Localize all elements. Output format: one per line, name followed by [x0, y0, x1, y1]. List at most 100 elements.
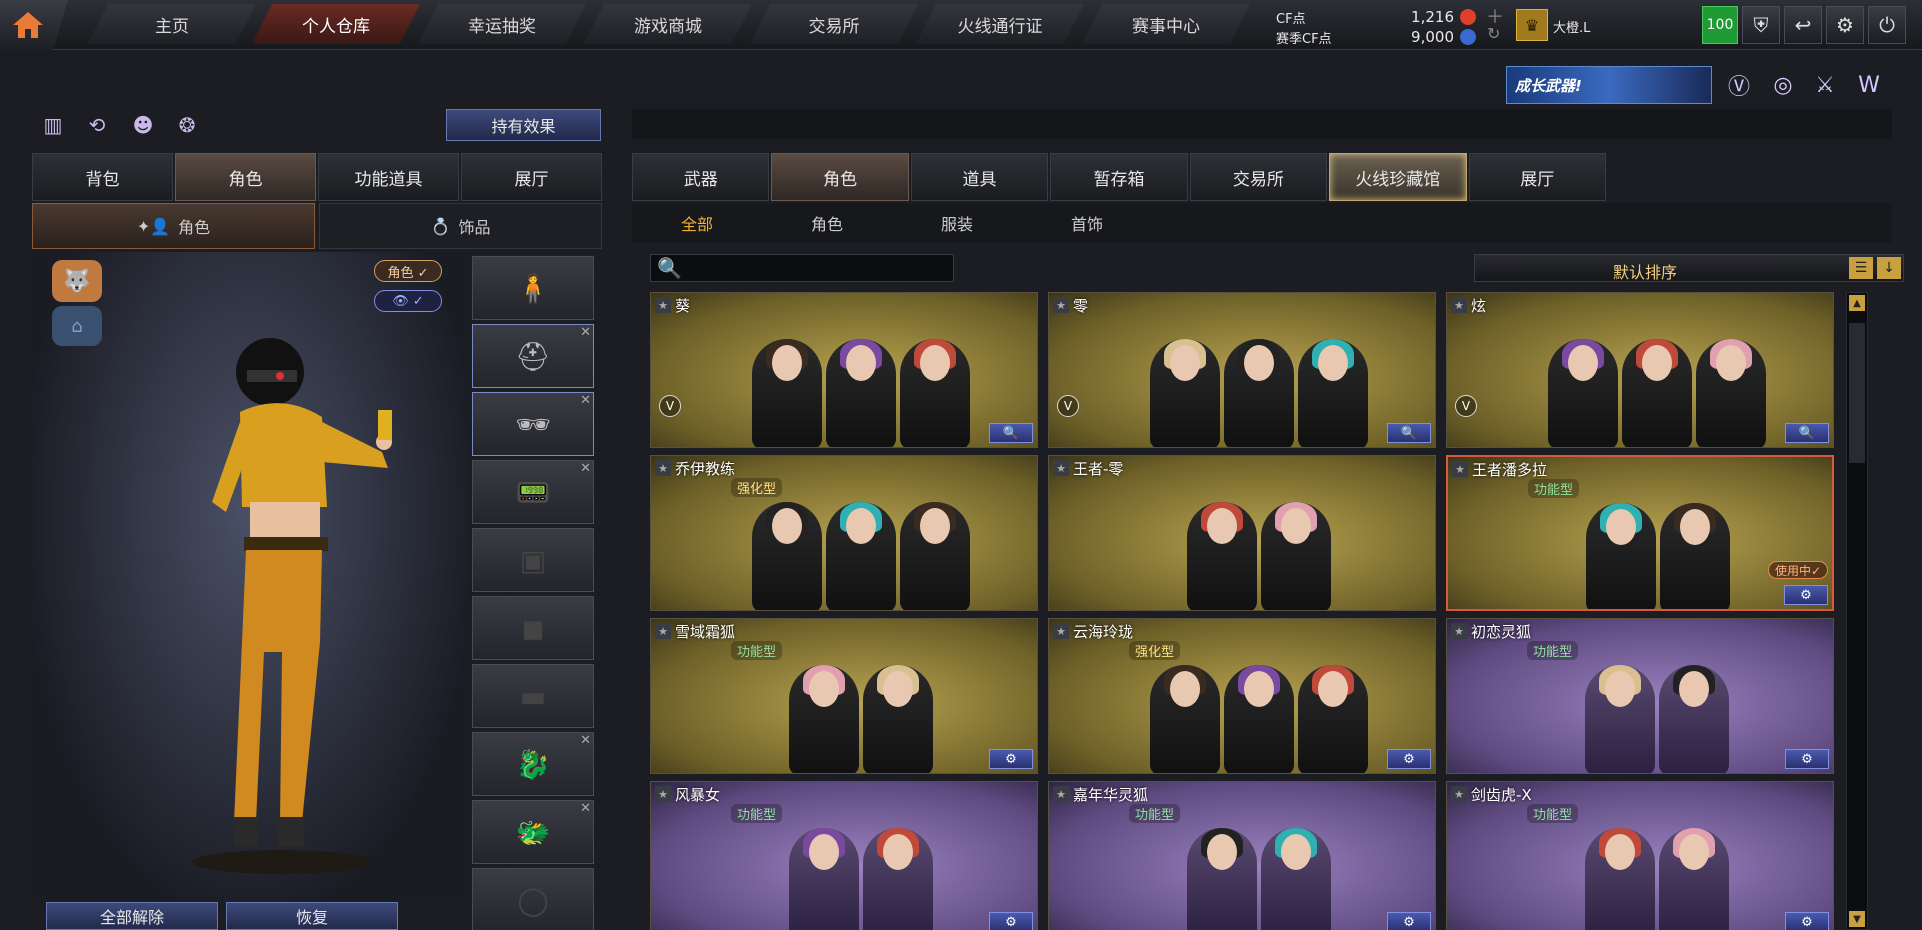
sword-rank-icon[interactable]: ⚔	[1808, 68, 1842, 102]
character-preview[interactable]: 🐺 ⌂ 角色 ✓ 👁 ✓	[32, 252, 468, 902]
scrollbar[interactable]: ▲ ▼	[1846, 292, 1868, 930]
settings-button[interactable]: ⚙	[1785, 912, 1829, 930]
remove-icon[interactable]: ✕	[580, 461, 591, 476]
gear-icon[interactable]: ⚙	[1826, 6, 1864, 44]
view-toggle[interactable]: 👁 ✓	[374, 290, 442, 312]
right-tab-showroom[interactable]: 展厅	[1468, 153, 1606, 201]
character-card[interactable]: ★ 云海玲珑 强化型 ⚙	[1048, 618, 1436, 774]
right-tab-items[interactable]: 道具	[910, 153, 1049, 201]
preview-button[interactable]: 🔍	[1387, 423, 1431, 443]
favorite-star-icon[interactable]: ★	[1452, 461, 1468, 477]
preview-button[interactable]: 🔍	[989, 423, 1033, 443]
remove-icon[interactable]: ✕	[580, 325, 591, 340]
power-icon[interactable]: ⏻	[1868, 6, 1906, 44]
search-input[interactable]: 🔍	[650, 254, 954, 282]
slot-gold-dragon[interactable]: 🐉 ✕	[472, 732, 594, 796]
subtab-jewelry[interactable]: 首饰	[1022, 203, 1152, 243]
subtab-character[interactable]: ✦👤 角色	[32, 203, 315, 249]
left-tab-function-items[interactable]: 功能道具	[318, 153, 459, 201]
slot-radio[interactable]: 📟 ✕	[472, 460, 594, 524]
character-card[interactable]: ★ 零 V 🔍	[1048, 292, 1436, 448]
list-view-icon[interactable]: ☰	[1849, 257, 1873, 279]
favorite-star-icon[interactable]: ★	[1053, 460, 1069, 476]
favorite-star-icon[interactable]: ★	[1451, 297, 1467, 313]
growth-weapon-banner[interactable]: 成长武器!	[1506, 66, 1712, 104]
favorite-star-icon[interactable]: ★	[655, 623, 671, 639]
target-rank-icon[interactable]: ◎	[1766, 68, 1800, 102]
settings-button[interactable]: ⚙	[1784, 585, 1828, 605]
right-tab-weapons[interactable]: 武器	[632, 153, 770, 201]
slot-back[interactable]: ◼	[472, 596, 594, 660]
wolf-emblem-icon[interactable]: 🐺	[52, 260, 102, 302]
character-swap-icon[interactable]: ☻	[128, 110, 158, 140]
favorite-star-icon[interactable]: ★	[655, 460, 671, 476]
nav-tab-lucky-draw[interactable]: 幸运抽奖	[418, 4, 586, 44]
secondary-emblem-icon[interactable]: ⌂	[52, 306, 102, 346]
slot-vest[interactable]: ▣	[472, 528, 594, 592]
nav-tab-home[interactable]: 主页	[88, 4, 256, 44]
character-card[interactable]: ★ 炫 V 🔍	[1446, 292, 1834, 448]
unequip-all-button[interactable]: 全部解除	[46, 902, 218, 930]
nav-tab-exchange[interactable]: 交易所	[750, 4, 918, 44]
right-tab-character[interactable]: 角色	[771, 153, 909, 201]
nav-tab-events[interactable]: 赛事中心	[1082, 4, 1250, 44]
favorite-star-icon[interactable]: ★	[1053, 786, 1069, 802]
holding-effect-button[interactable]: 持有效果	[446, 109, 601, 141]
rank-shield-icon[interactable]: ⛨	[1742, 6, 1780, 44]
favorite-star-icon[interactable]: ★	[1053, 297, 1069, 313]
left-tab-bag[interactable]: 背包	[32, 153, 173, 201]
v-rank-icon[interactable]: Ⓥ	[1722, 68, 1756, 102]
favorite-star-icon[interactable]: ★	[655, 297, 671, 313]
character-card[interactable]: ★ 乔伊教练 强化型	[650, 455, 1038, 611]
right-tab-collection-hall[interactable]: 火线珍藏馆	[1329, 153, 1467, 201]
slot-goggles[interactable]: 🕶 ✕	[472, 392, 594, 456]
return-icon[interactable]: ↩	[1784, 6, 1822, 44]
character-card[interactable]: ★ 王者-零	[1048, 455, 1436, 611]
nav-tab-game-shop[interactable]: 游戏商城	[584, 4, 752, 44]
slot-helmet[interactable]: ⛑ ✕	[472, 324, 594, 388]
favorite-star-icon[interactable]: ★	[1053, 623, 1069, 639]
left-tab-showroom[interactable]: 展厅	[461, 153, 602, 201]
subtab-outfit[interactable]: 服装	[892, 203, 1022, 243]
character-card[interactable]: ★ 初恋灵狐 功能型 ⚙	[1446, 618, 1834, 774]
scroll-down-icon[interactable]: ▼	[1849, 911, 1865, 927]
stats-icon[interactable]: ▥	[38, 110, 68, 140]
nav-tab-personal-storage[interactable]: 个人仓库	[252, 4, 420, 44]
character-card[interactable]: ★ 雪域霜狐 功能型 ⚙	[650, 618, 1038, 774]
scroll-thumb[interactable]	[1849, 323, 1865, 463]
character-card[interactable]: ★ 嘉年华灵狐 功能型 ⚙	[1048, 781, 1436, 930]
home-button[interactable]	[0, 0, 68, 50]
character-card[interactable]: ★ 王者潘多拉 功能型 使用中✓ ⚙	[1446, 455, 1834, 611]
favorite-star-icon[interactable]: ★	[655, 786, 671, 802]
slot-silver-dragon[interactable]: 🐲 ✕	[472, 800, 594, 864]
character-card[interactable]: ★ 葵 V 🔍	[650, 292, 1038, 448]
settings-button[interactable]: ⚙	[989, 749, 1033, 769]
right-tab-storage-box[interactable]: 暂存箱	[1050, 153, 1188, 201]
slot-ring[interactable]: ◯	[472, 868, 594, 930]
w-rank-icon[interactable]: W	[1852, 68, 1886, 102]
sort-direction-icon[interactable]: ↓	[1877, 257, 1901, 279]
history-icon[interactable]: ⟲	[82, 110, 112, 140]
settings-button[interactable]: ⚙	[1387, 749, 1431, 769]
character-visibility-toggle[interactable]: 角色 ✓	[374, 260, 442, 282]
subtab-character[interactable]: 角色	[762, 203, 892, 243]
preview-button[interactable]: 🔍	[1785, 423, 1829, 443]
slot-character[interactable]: 🧍	[472, 256, 594, 320]
pet-icon[interactable]: ❂	[172, 110, 202, 140]
subtab-accessory[interactable]: 💍 饰品	[319, 203, 602, 249]
character-card[interactable]: ★ 剑齿虎-X 功能型 ⚙	[1446, 781, 1834, 930]
character-card[interactable]: ★ 风暴女 功能型 ⚙	[650, 781, 1038, 930]
favorite-star-icon[interactable]: ★	[1451, 786, 1467, 802]
restore-button[interactable]: 恢复	[226, 902, 398, 930]
refresh-icon[interactable]: ↻	[1487, 24, 1500, 43]
left-tab-character[interactable]: 角色	[175, 153, 316, 201]
settings-button[interactable]: ⚙	[989, 912, 1033, 930]
slot-belt[interactable]: ▬	[472, 664, 594, 728]
settings-button[interactable]: ⚙	[1387, 912, 1431, 930]
settings-button[interactable]: ⚙	[1785, 749, 1829, 769]
remove-icon[interactable]: ✕	[580, 733, 591, 748]
level-badge[interactable]: 100	[1702, 6, 1738, 44]
favorite-star-icon[interactable]: ★	[1451, 623, 1467, 639]
user-avatar[interactable]: ♛	[1516, 9, 1548, 41]
nav-tab-battle-pass[interactable]: 火线通行证	[916, 4, 1084, 44]
